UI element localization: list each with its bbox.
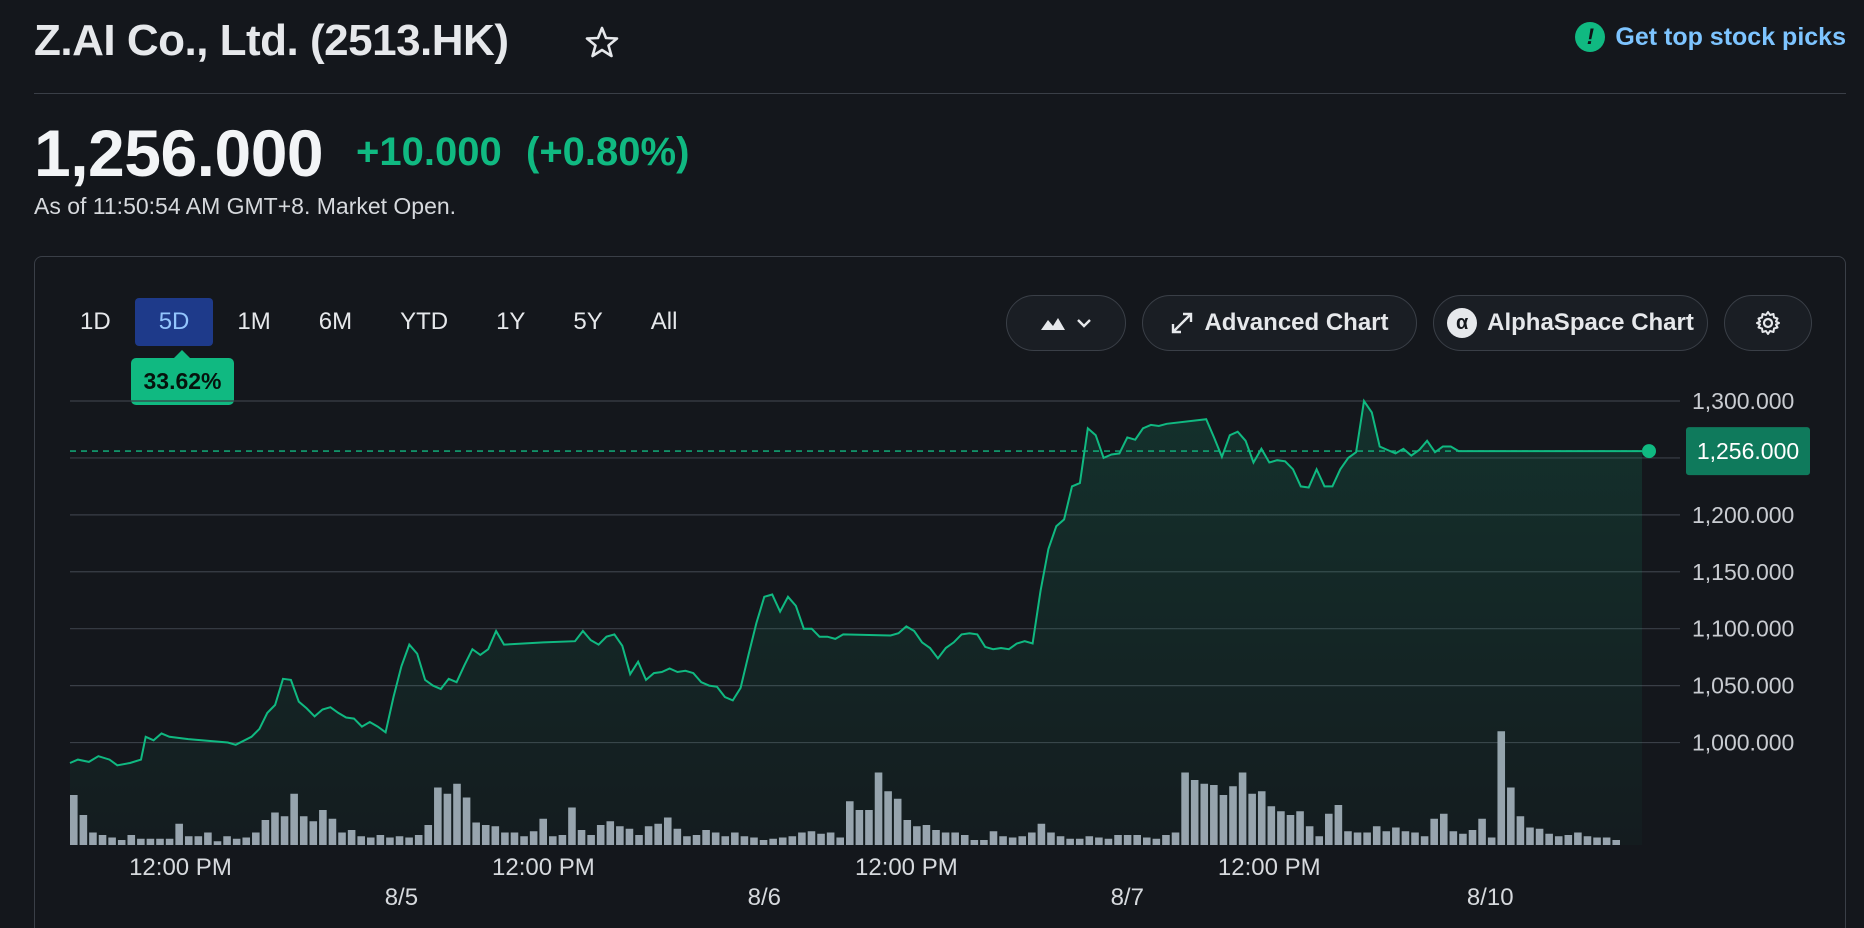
x-date-label: 8/10 xyxy=(1467,884,1514,911)
y-tick-label: 1,200.000 xyxy=(1692,502,1794,528)
y-tick-label: 1,100.000 xyxy=(1692,616,1794,642)
x-time-label: 12:00 PM xyxy=(1218,854,1321,881)
x-date-label: 8/5 xyxy=(385,884,418,911)
current-price-dot xyxy=(1642,444,1656,459)
current-price-label: 1,256.000 xyxy=(1697,438,1799,464)
price-chart: 1,000.000 1,050.000 1,100.000 1,150.000 1,20… xyxy=(69,388,1810,911)
price-area xyxy=(70,401,1642,845)
y-tick-label: 1,300.000 xyxy=(1692,388,1794,414)
x-date-label: 8/7 xyxy=(1111,884,1144,911)
y-tick-label: 1,150.000 xyxy=(1692,559,1794,585)
x-time-label: 12:00 PM xyxy=(492,854,595,881)
x-time-label: 12:00 PM xyxy=(129,854,232,881)
x-date-label: 8/6 xyxy=(748,884,781,911)
y-tick-label: 1,050.000 xyxy=(1692,673,1794,699)
x-time-label: 12:00 PM xyxy=(855,854,958,881)
y-tick-label: 1,000.000 xyxy=(1692,730,1794,756)
